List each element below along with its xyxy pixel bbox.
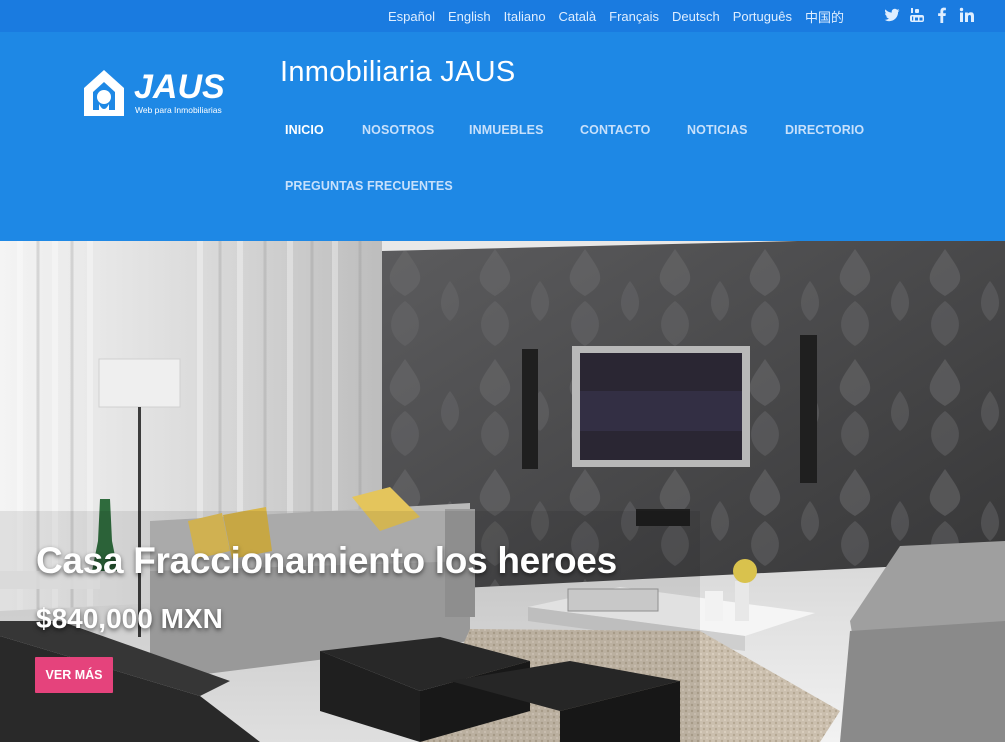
nav-preguntas-frecuentes[interactable]: PREGUNTAS FRECUENTES bbox=[285, 179, 453, 193]
hero-price: $840,000 MXN bbox=[36, 603, 223, 634]
nav-inicio[interactable]: INICIO bbox=[285, 123, 324, 137]
lang-deutsch[interactable]: Deutsch bbox=[672, 9, 720, 24]
lang-francais[interactable]: Français bbox=[609, 9, 659, 24]
twitter-icon[interactable] bbox=[884, 7, 900, 23]
lang-espanol[interactable]: Español bbox=[388, 9, 435, 24]
site-header: JAUS Web para Inmobiliarias Inmobiliaria… bbox=[0, 32, 1005, 241]
linkedin-icon[interactable] bbox=[959, 7, 975, 23]
social-links bbox=[884, 7, 984, 23]
facebook-icon[interactable] bbox=[934, 7, 950, 23]
nav-inmuebles[interactable]: INMUEBLES bbox=[469, 123, 544, 137]
hero-title[interactable]: Casa Fraccionamiento los heroes bbox=[36, 540, 617, 582]
hero-slider[interactable]: Casa Fraccionamiento los heroes $840,000… bbox=[0, 241, 1005, 742]
logo-tagline: Web para Inmobiliarias bbox=[135, 105, 222, 115]
logo-brand: JAUS bbox=[134, 68, 225, 106]
language-list: Español English Italiano Català Français… bbox=[388, 0, 857, 32]
lang-english[interactable]: English bbox=[448, 9, 491, 24]
nav-noticias[interactable]: NOTICIAS bbox=[687, 123, 748, 137]
youtube-icon[interactable] bbox=[909, 7, 925, 23]
lang-chinese[interactable]: 中国的 bbox=[805, 7, 844, 26]
language-bar: Español English Italiano Català Français… bbox=[0, 0, 1005, 32]
lang-italiano[interactable]: Italiano bbox=[504, 9, 546, 24]
nav-contacto[interactable]: CONTACTO bbox=[580, 123, 650, 137]
jaus-logo[interactable]: JAUS Web para Inmobiliarias bbox=[82, 68, 242, 124]
site-title[interactable]: Inmobiliaria JAUS bbox=[280, 56, 516, 89]
living-room-photo bbox=[0, 241, 1005, 742]
nav-nosotros[interactable]: NOSOTROS bbox=[362, 123, 434, 137]
lang-catala[interactable]: Català bbox=[559, 9, 597, 24]
ver-mas-button[interactable]: VER MÁS bbox=[35, 657, 113, 693]
lang-portugues[interactable]: Português bbox=[733, 9, 792, 24]
nav-directorio[interactable]: DIRECTORIO bbox=[785, 123, 864, 137]
